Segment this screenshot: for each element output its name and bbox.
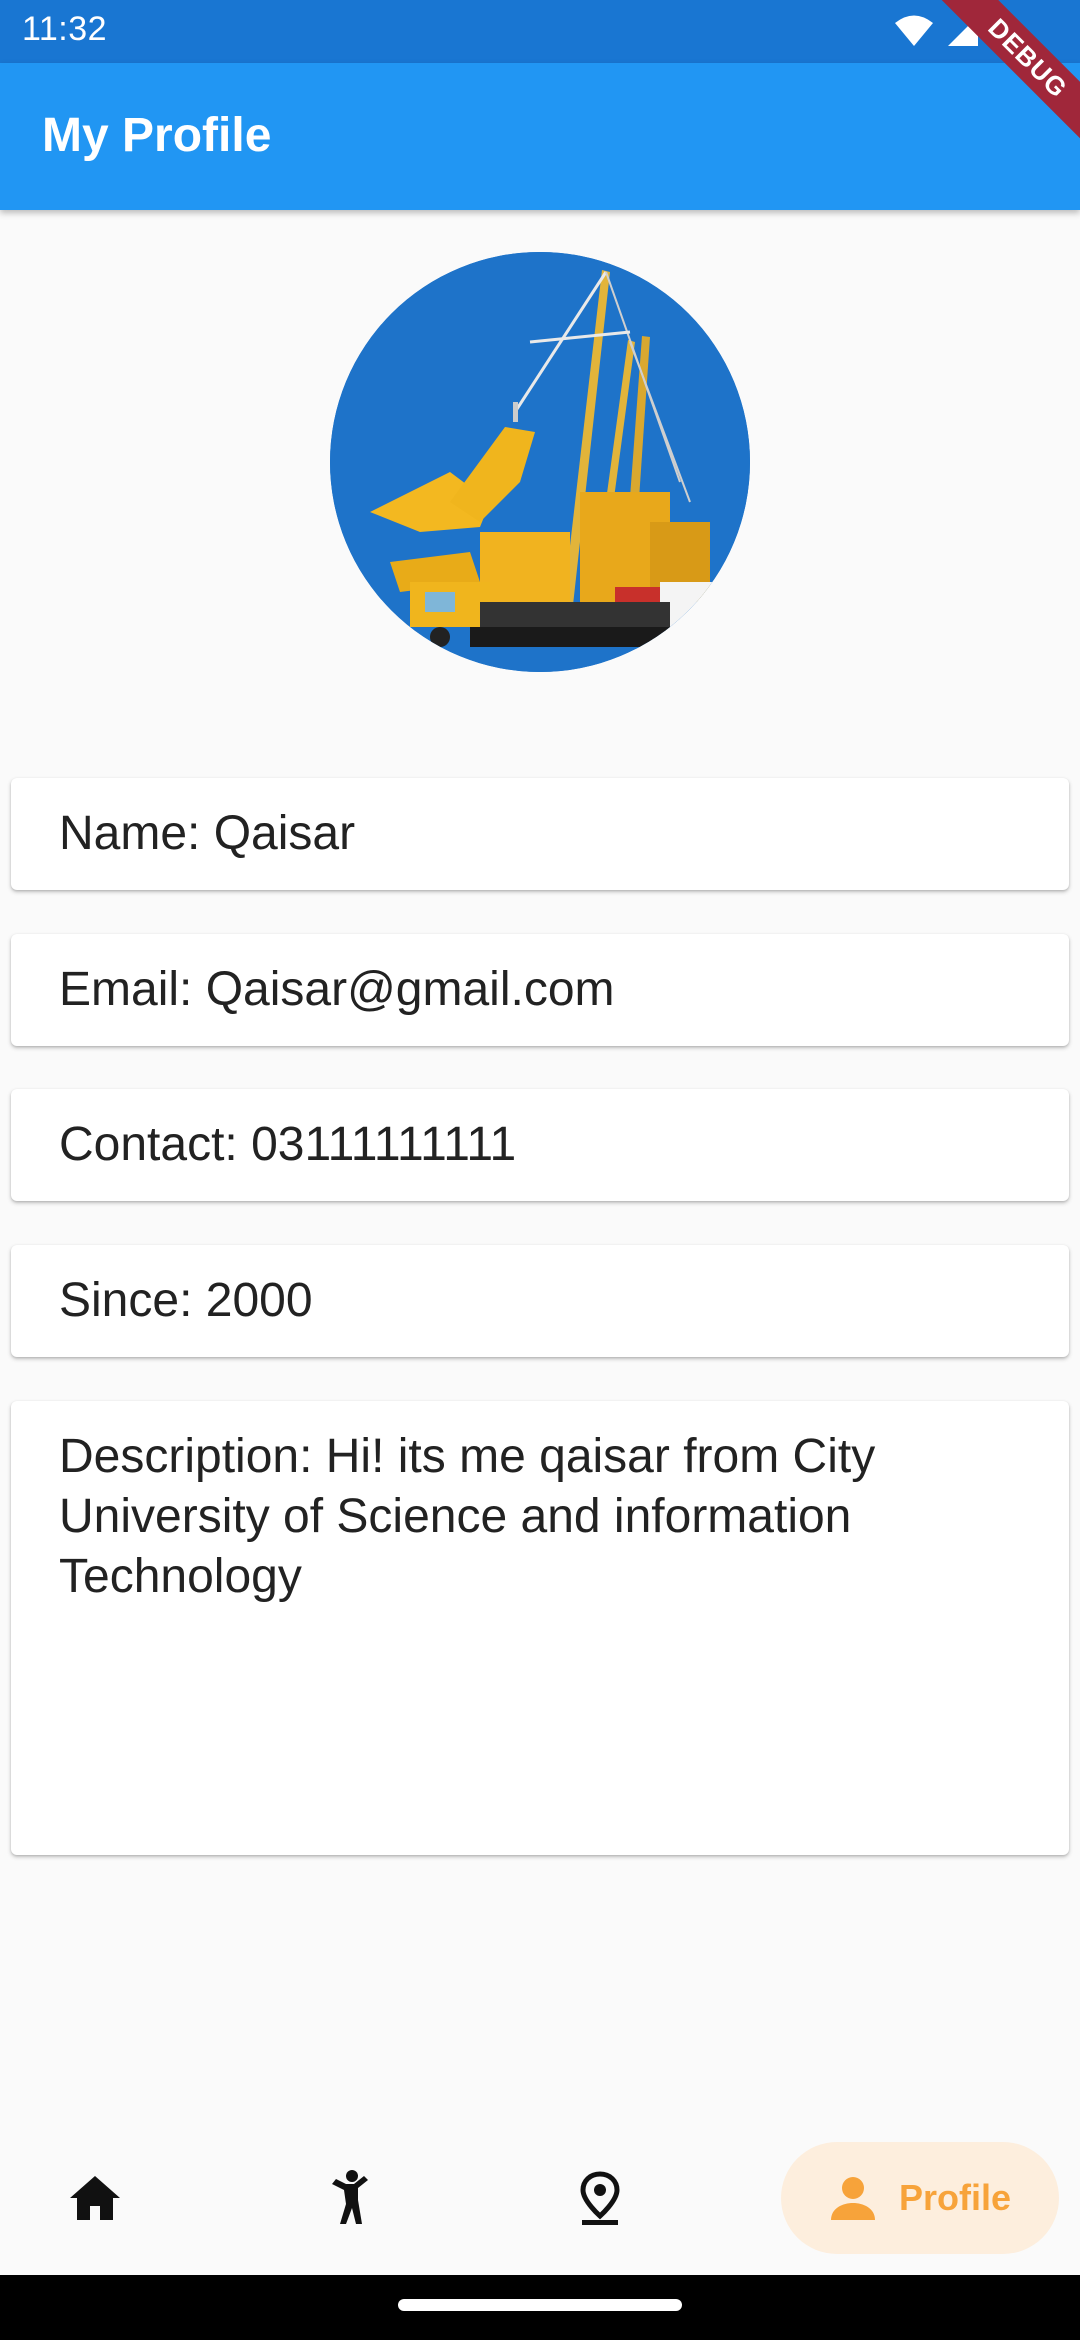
email-card: Email: Qaisar@gmail.com xyxy=(11,934,1069,1046)
status-time: 11:32 xyxy=(22,10,108,48)
nav-item-activity[interactable] xyxy=(295,2120,405,2275)
since-text: Since: 2000 xyxy=(59,1274,313,1327)
bottom-nav: Profile xyxy=(0,2120,1080,2275)
status-bar: 11:32 xyxy=(0,0,1080,63)
contact-card: Contact: 03111111111 xyxy=(11,1089,1069,1201)
nav-item-profile[interactable]: Profile xyxy=(781,2142,1059,2254)
contact-text: Contact: 03111111111 xyxy=(59,1118,517,1171)
app-bar: My Profile xyxy=(0,63,1080,210)
person-icon xyxy=(830,2177,875,2220)
wifi-icon xyxy=(895,15,933,46)
nav-item-profile-label: Profile xyxy=(898,2177,1012,2218)
since-card: Since: 2000 xyxy=(11,1245,1069,1357)
email-text: Email: Qaisar@gmail.com xyxy=(59,963,615,1016)
system-nav-bar xyxy=(0,2275,1080,2340)
page-title: My Profile xyxy=(42,109,272,162)
status-icons xyxy=(894,12,1012,50)
person-pose-icon xyxy=(332,2169,368,2224)
nav-item-location[interactable] xyxy=(545,2120,655,2275)
name-card: Name: Qaisar xyxy=(11,778,1069,890)
home-icon xyxy=(70,2175,120,2220)
home-gesture-pill[interactable] xyxy=(398,2299,682,2311)
battery-icon xyxy=(993,13,1011,49)
location-pin-icon xyxy=(580,2170,620,2225)
signal-icon xyxy=(948,16,978,46)
profile-avatar xyxy=(330,252,750,672)
description-text: Description: Hi! its me qaisar from City… xyxy=(59,1430,876,1603)
name-text: Name: Qaisar xyxy=(59,807,356,860)
construction-machinery-image xyxy=(330,252,750,672)
nav-item-home[interactable] xyxy=(40,2120,150,2275)
description-card: Description: Hi! its me qaisar from City… xyxy=(11,1401,1069,1855)
